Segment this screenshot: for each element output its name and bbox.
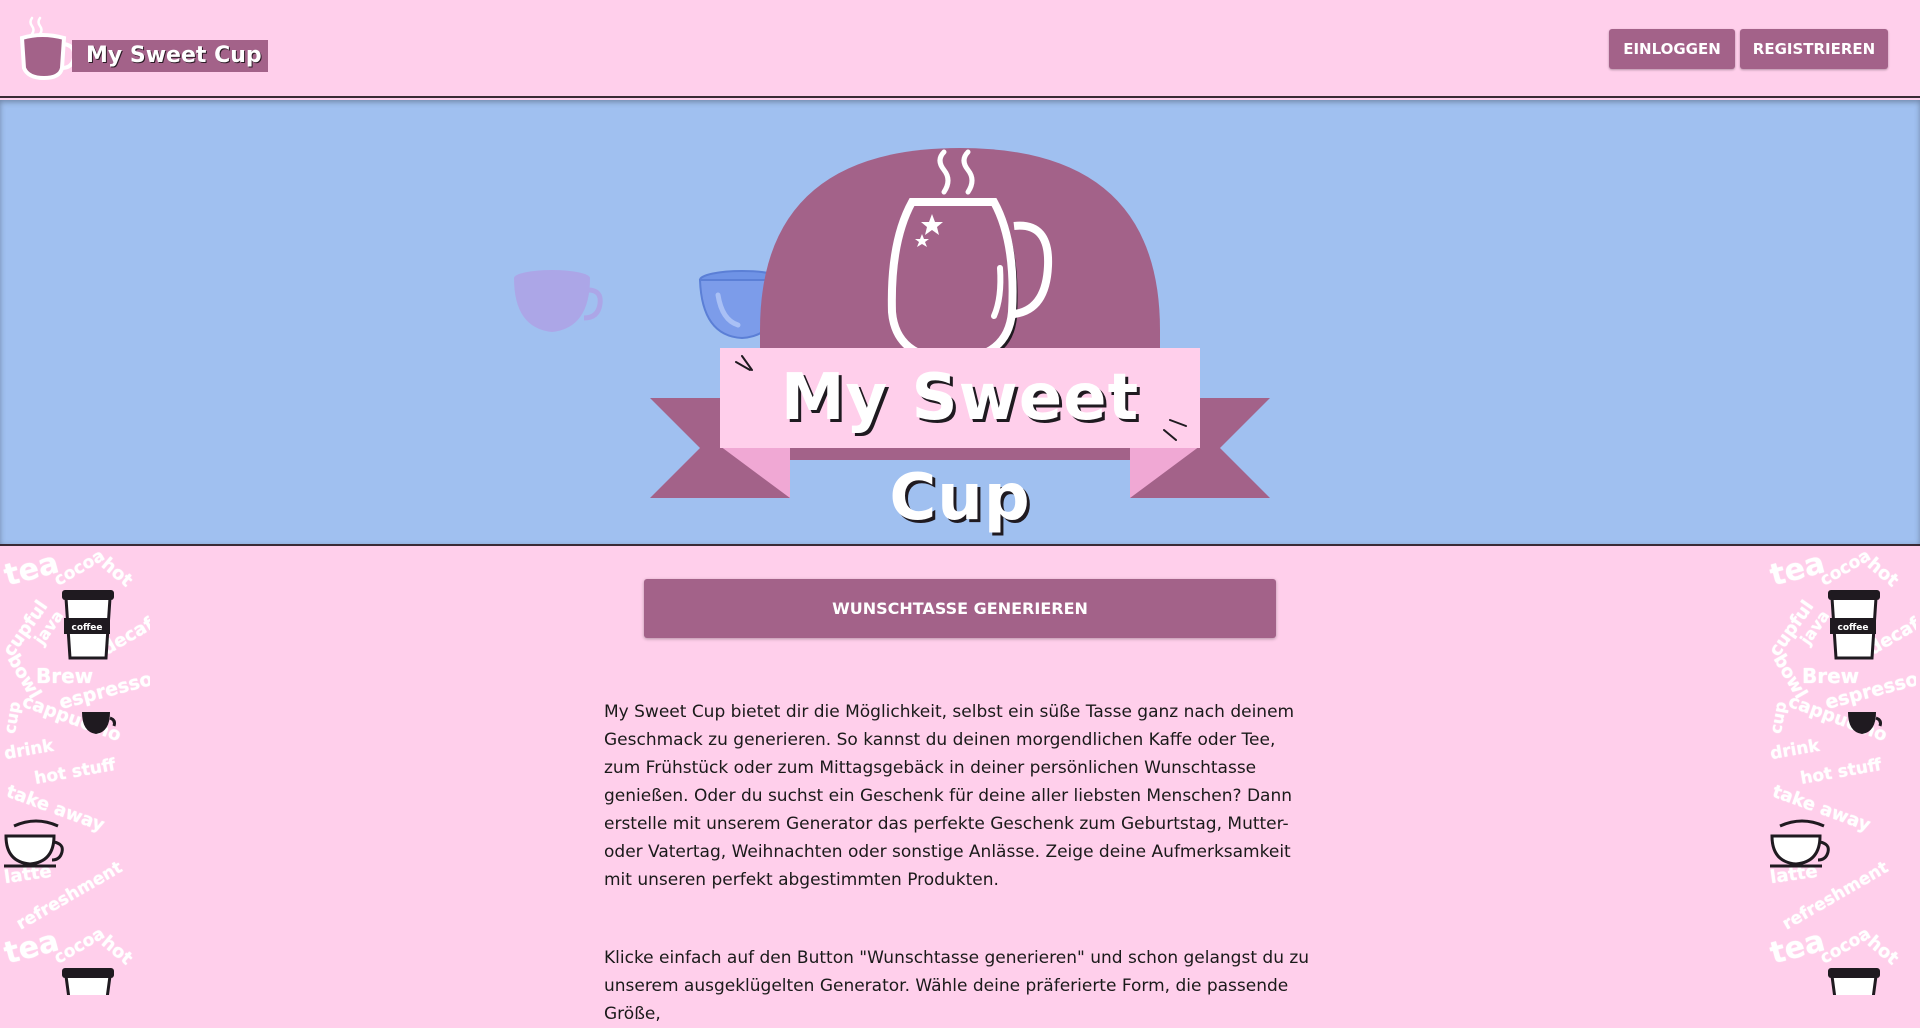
espresso-cup-icon xyxy=(82,712,116,734)
coffee-to-go-icon xyxy=(62,968,114,995)
espresso-cup-icon xyxy=(1848,712,1882,734)
site-logo[interactable]: My Sweet Cup xyxy=(14,14,268,84)
generate-cup-button[interactable]: WUNSCHTASSE GENERIEREN xyxy=(644,579,1276,638)
left-decoration: tea cocoa hot cupful java decaf bowl Bre… xyxy=(0,548,150,995)
register-button[interactable]: REGISTRIEREN xyxy=(1740,29,1888,69)
hero-banner: My Sweet Cup xyxy=(0,100,1920,546)
coffee-to-go-icon: coffee xyxy=(62,590,114,660)
instructions-paragraph: Klicke einfach auf den Button "Wunschtas… xyxy=(604,948,1310,1024)
svg-text:coffee: coffee xyxy=(1837,623,1868,633)
tea-cup-icon xyxy=(1770,819,1830,868)
hero-title: My Sweet Cup xyxy=(780,361,1140,535)
coffee-to-go-icon xyxy=(1828,968,1880,995)
faded-cup-icon xyxy=(514,270,603,332)
site-header: My Sweet Cup EINLOGGEN REGISTRIEREN xyxy=(0,0,1920,98)
right-decoration: tea cocoa hot cupful java decaf bowl Bre… xyxy=(1766,548,1916,995)
logo-text: My Sweet Cup xyxy=(72,40,268,72)
login-button[interactable]: EINLOGGEN xyxy=(1609,29,1735,69)
coffee-to-go-icon: coffee xyxy=(1828,590,1880,660)
tea-cup-icon xyxy=(4,819,64,868)
intro-paragraph: My Sweet Cup bietet dir die Möglichkeit,… xyxy=(604,702,1295,890)
svg-text:coffee: coffee xyxy=(71,623,102,633)
